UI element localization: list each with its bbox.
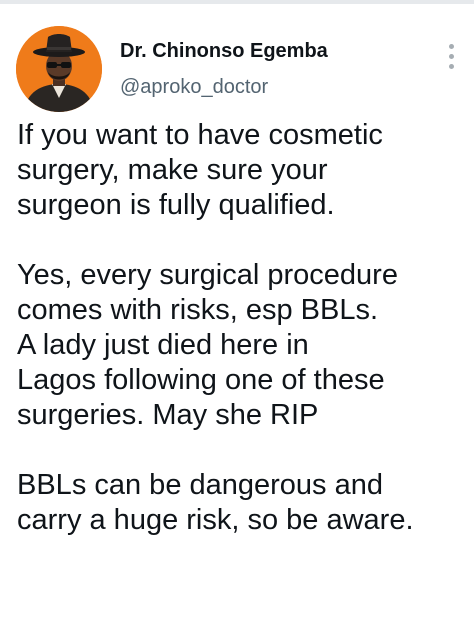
more-dot xyxy=(448,44,454,49)
tweet-line: Lagos following one of these xyxy=(17,364,385,396)
avatar[interactable] xyxy=(16,26,102,112)
tweet-line: A lady just died here in xyxy=(17,329,309,361)
tweet-line: If you want to have cosmetic xyxy=(17,119,383,151)
more-dot xyxy=(448,54,454,59)
tweet-text: If you want to have cosmetic surgery, ma… xyxy=(17,118,467,538)
tweet-paragraph: Yes, every surgical procedure comes with… xyxy=(17,258,467,433)
tweet-line: surgeries. May she RIP xyxy=(17,399,319,431)
tweet-line: surgeon is fully qualified. xyxy=(17,189,335,221)
author-handle[interactable]: @aproko_doctor xyxy=(120,76,268,99)
more-dot xyxy=(448,64,454,69)
tweet-line: carry a huge risk, so be aware. xyxy=(17,504,414,536)
tweet-paragraph: BBLs can be dangerous and carry a huge r… xyxy=(17,468,467,538)
avatar-photo xyxy=(16,26,102,112)
tweet-paragraph: If you want to have cosmetic surgery, ma… xyxy=(17,118,467,223)
tweet-line: comes with risks, esp BBLs. xyxy=(17,294,378,326)
tweet-line: surgery, make sure your xyxy=(17,154,328,186)
author-display-name[interactable]: Dr. Chinonso Egemba xyxy=(120,40,328,63)
tweet: Dr. Chinonso Egemba @aproko_doctor If yo… xyxy=(0,4,474,620)
tweet-line: Yes, every surgical procedure xyxy=(17,259,398,291)
more-vertical-icon[interactable] xyxy=(444,44,458,74)
tweet-line: BBLs can be dangerous and xyxy=(17,469,383,501)
